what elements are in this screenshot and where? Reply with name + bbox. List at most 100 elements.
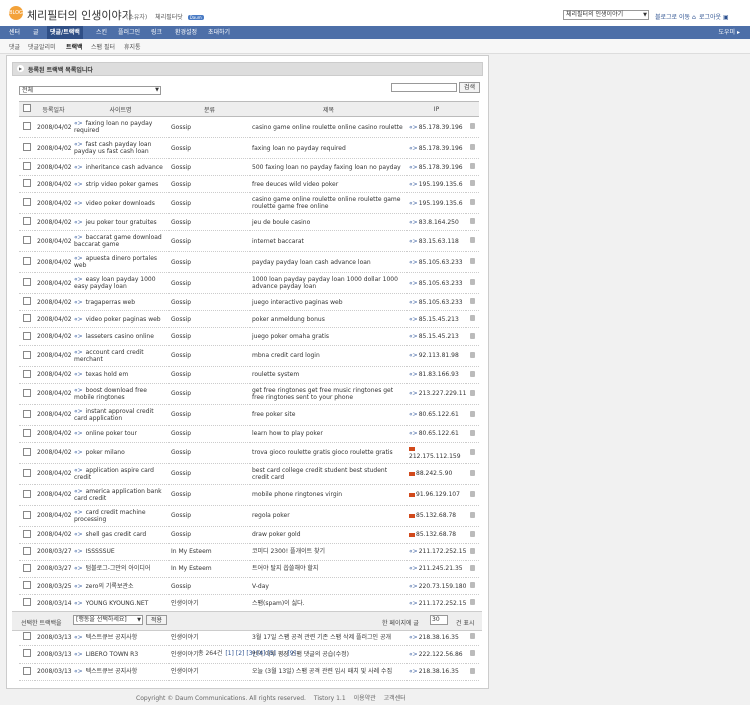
row-checkbox-cell[interactable] <box>19 628 35 647</box>
row-title[interactable]: free deuces wild video poker <box>250 175 407 194</box>
row-ip[interactable]: «>218.38.16.35 <box>407 628 466 647</box>
row-site-name[interactable]: video poker paginas web <box>86 316 161 323</box>
row-site-name[interactable]: apuesta dinero portales web <box>74 255 157 269</box>
row-ip-value[interactable]: 88.242.5.90 <box>416 470 452 477</box>
row-title[interactable]: mobile phone ringtones virgin <box>250 484 407 506</box>
row-site[interactable]: «> america application bank card credit <box>72 484 169 506</box>
trash-icon[interactable] <box>470 547 475 554</box>
row-ip-value[interactable]: 195.199.135.6 <box>419 181 463 188</box>
row-delete-cell[interactable] <box>466 526 479 544</box>
row-ip[interactable]: «>213.227.229.116 <box>407 383 466 405</box>
row-checkbox-cell[interactable] <box>19 345 35 367</box>
row-site[interactable]: «> jeu poker tour gratuites <box>72 213 169 232</box>
trash-icon[interactable] <box>470 469 475 476</box>
row-ip[interactable]: 88.242.5.90 <box>407 463 466 485</box>
row-delete-cell[interactable] <box>466 137 479 159</box>
row-site-name[interactable]: 텀블로그-그만의 아이디어 <box>86 565 151 572</box>
row-ip[interactable]: «>195.199.135.6 <box>407 192 466 215</box>
row-title[interactable]: trova gioco roulette gratis gioco roulet… <box>250 442 407 464</box>
row-ip-value[interactable]: 212.175.112.159 <box>409 453 461 460</box>
search-input[interactable] <box>391 83 457 92</box>
row-ip[interactable]: «>220.73.159.180 <box>407 577 466 596</box>
row-checkbox-cell[interactable] <box>19 310 35 329</box>
row-ip[interactable]: «>195.199.135.6 <box>407 175 466 194</box>
row-ip[interactable]: «>218.38.16.35 <box>407 663 466 681</box>
row-title[interactable]: 트어야 탈지 씁쓸해야 할지 <box>250 560 407 579</box>
search-button[interactable]: 검색 <box>459 82 480 93</box>
row-delete-cell[interactable] <box>466 383 479 405</box>
row-ip[interactable]: «>85.15.45.213 <box>407 327 466 346</box>
row-title[interactable]: roulette system <box>250 366 407 384</box>
row-site-name[interactable]: 텍스트큐브 공지사항 <box>86 634 138 641</box>
row-checkbox[interactable] <box>23 632 31 641</box>
row-site-name[interactable]: ISSSSSUE <box>86 548 115 555</box>
subnav-item-spam-filter[interactable]: 스팸 필터 <box>91 42 115 51</box>
row-checkbox-cell[interactable] <box>19 327 35 346</box>
row-site-name[interactable]: online poker tour <box>86 430 137 437</box>
trash-icon[interactable] <box>470 667 475 674</box>
trash-icon[interactable] <box>470 448 475 455</box>
row-checkbox-cell[interactable] <box>19 404 35 426</box>
row-site-name[interactable]: easy loan payday 1000 easy payday loan <box>74 276 156 290</box>
row-checkbox-cell[interactable] <box>19 560 35 579</box>
row-checkbox[interactable] <box>23 598 31 607</box>
row-site-name[interactable]: card credit machine processing <box>74 509 146 523</box>
row-delete-cell[interactable] <box>466 463 479 485</box>
row-checkbox-cell[interactable] <box>19 192 35 215</box>
row-ip-value[interactable]: 83.8.164.250 <box>419 219 459 226</box>
blog-select[interactable]: 체리필터의 인생이야기 ▼ <box>563 10 649 20</box>
row-site-name[interactable]: inheritance cash advance <box>86 164 163 171</box>
row-checkbox[interactable] <box>23 297 31 306</box>
trash-icon[interactable] <box>470 180 475 187</box>
row-site[interactable]: «> boost download free mobile ringtones <box>72 383 169 405</box>
trash-icon[interactable] <box>470 199 475 206</box>
row-title[interactable]: poker anmeldung bonus <box>250 310 407 329</box>
row-title[interactable]: best card college credit student best st… <box>250 463 407 485</box>
row-site-name[interactable]: jeu poker tour gratuites <box>86 219 157 226</box>
row-checkbox-cell[interactable] <box>19 463 35 485</box>
row-site-name[interactable]: shell gas credit card <box>86 531 147 538</box>
row-ip-value[interactable]: 85.178.39.196 <box>419 124 463 131</box>
row-checkbox[interactable] <box>23 331 31 340</box>
page-link-3[interactable]: [3] <box>246 650 255 657</box>
row-ip-value[interactable]: 218.38.16.35 <box>419 634 459 641</box>
row-site[interactable]: «> zero의 기록보관소 <box>72 577 169 596</box>
row-delete-cell[interactable] <box>466 158 479 177</box>
row-ip-value[interactable]: 80.65.122.61 <box>419 430 459 437</box>
trash-icon[interactable] <box>470 511 475 518</box>
row-delete-cell[interactable] <box>466 560 479 579</box>
row-site[interactable]: «> tragaperras web <box>72 293 169 312</box>
row-title[interactable]: 스팸(spam)이 싫다. <box>250 594 407 613</box>
trash-icon[interactable] <box>470 258 475 265</box>
row-site-name[interactable]: tragaperras web <box>86 299 135 306</box>
row-checkbox-cell[interactable] <box>19 213 35 232</box>
row-delete-cell[interactable] <box>466 442 479 464</box>
row-ip[interactable]: 85.132.68.78 <box>407 505 466 527</box>
row-site-name[interactable]: video poker downloads <box>86 200 155 207</box>
row-delete-cell[interactable] <box>466 543 479 561</box>
row-checkbox-cell[interactable] <box>19 116 35 138</box>
row-ip[interactable]: «>85.178.39.196 <box>407 158 466 177</box>
nav-item-comments-trackbacks[interactable]: 댓글/트랙백 <box>47 26 83 39</box>
nav-item-skin[interactable]: 스킨 <box>96 26 107 39</box>
row-site[interactable]: «> YOUNG KYOUNG.NET <box>72 594 169 613</box>
trash-icon[interactable] <box>470 582 475 589</box>
row-checkbox-cell[interactable] <box>19 663 35 681</box>
trash-icon[interactable] <box>470 315 475 322</box>
row-site[interactable]: «> 텍스트큐브 공지사항 <box>72 663 169 681</box>
trash-icon[interactable] <box>470 633 475 640</box>
row-ip[interactable]: «>85.105.63.233 <box>407 272 466 295</box>
page-link-9[interactable]: [9] <box>287 650 296 657</box>
row-ip-value[interactable]: 83.15.63.118 <box>419 238 459 245</box>
row-site[interactable]: «> online poker tour <box>72 425 169 443</box>
row-site[interactable]: «> baccarat game download baccarat game <box>72 230 169 253</box>
trash-icon[interactable] <box>470 351 475 358</box>
row-checkbox-cell[interactable] <box>19 137 35 159</box>
row-delete-cell[interactable] <box>466 505 479 527</box>
row-ip-value[interactable]: 85.15.45.213 <box>419 333 459 340</box>
row-ip[interactable]: 85.132.68.78 <box>407 526 466 544</box>
select-all-header[interactable] <box>19 101 35 117</box>
row-delete-cell[interactable] <box>466 628 479 647</box>
row-ip[interactable]: «>211.172.252.15 <box>407 594 466 613</box>
row-title[interactable]: faxing loan no payday required <box>250 137 407 159</box>
